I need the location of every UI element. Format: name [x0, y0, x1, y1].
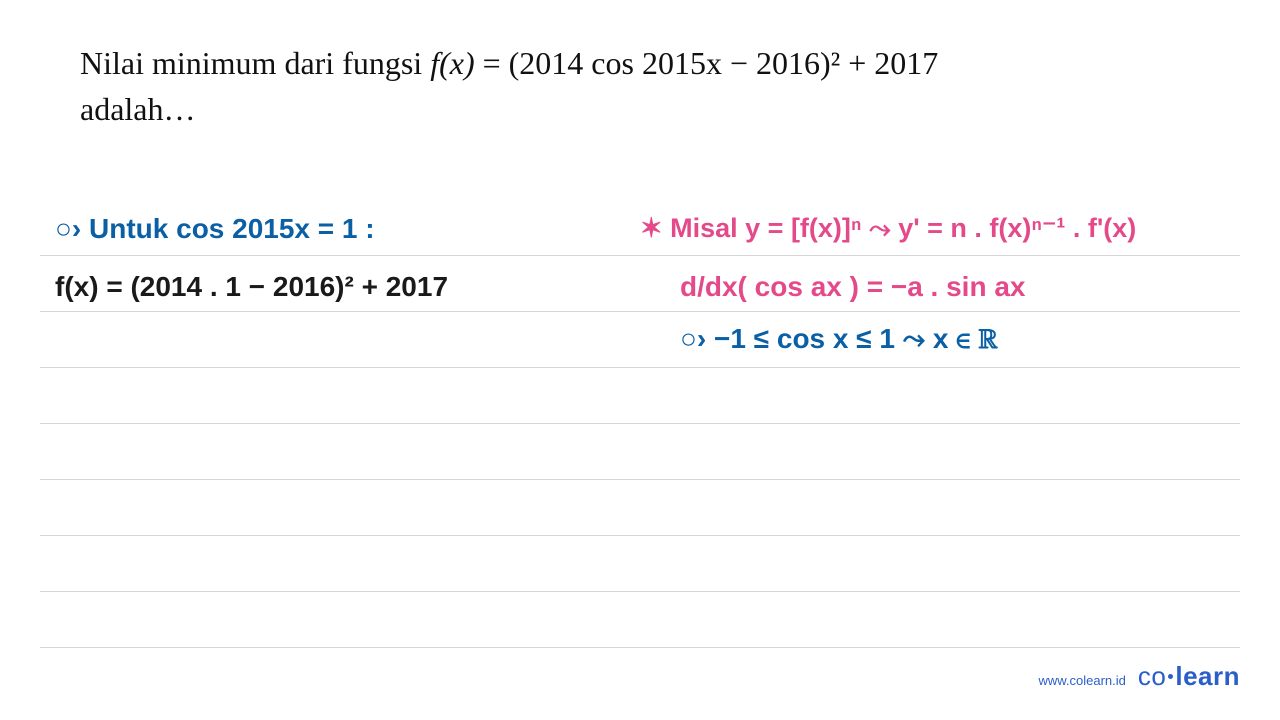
- work-left-line2: f(x) = (2014 . 1 − 2016)² + 2017: [55, 270, 448, 304]
- logo-learn: learn: [1175, 661, 1240, 691]
- work-right-line1: ✶ Misal y = [f(x)]ⁿ ⤳ y' = n . f(x)ⁿ⁻¹ .…: [640, 212, 1136, 244]
- work-left-line1: ○› Untuk cos 2015x = 1 :: [55, 212, 375, 246]
- rule-line: [40, 424, 1240, 480]
- question-line1-post: = (2014 cos 2015x − 2016)² + 2017: [475, 45, 939, 81]
- question-line2: adalah…: [80, 91, 196, 127]
- work-right-line2: d/dx( cos ax ) = −a . sin ax: [680, 270, 1026, 304]
- question-line1-pre: Nilai minimum dari fungsi: [80, 45, 430, 81]
- rule-line: [40, 312, 1240, 368]
- question-fx: f(x): [430, 45, 474, 81]
- page: Nilai minimum dari fungsi f(x) = (2014 c…: [0, 0, 1280, 720]
- ruled-lines: [40, 200, 1240, 648]
- work-right-line3: ○› −1 ≤ cos x ≤ 1 ⤳ x ∈ ℝ: [680, 322, 998, 356]
- rule-line: [40, 536, 1240, 592]
- logo-co: co: [1138, 661, 1166, 691]
- footer-logo: colearn: [1138, 661, 1240, 692]
- rule-line: [40, 480, 1240, 536]
- rule-line: [40, 368, 1240, 424]
- footer: www.colearn.id colearn: [1038, 661, 1240, 692]
- rule-line: [40, 592, 1240, 648]
- logo-dot-icon: [1168, 674, 1173, 679]
- footer-url: www.colearn.id: [1038, 673, 1125, 688]
- question-text: Nilai minimum dari fungsi f(x) = (2014 c…: [80, 40, 1220, 133]
